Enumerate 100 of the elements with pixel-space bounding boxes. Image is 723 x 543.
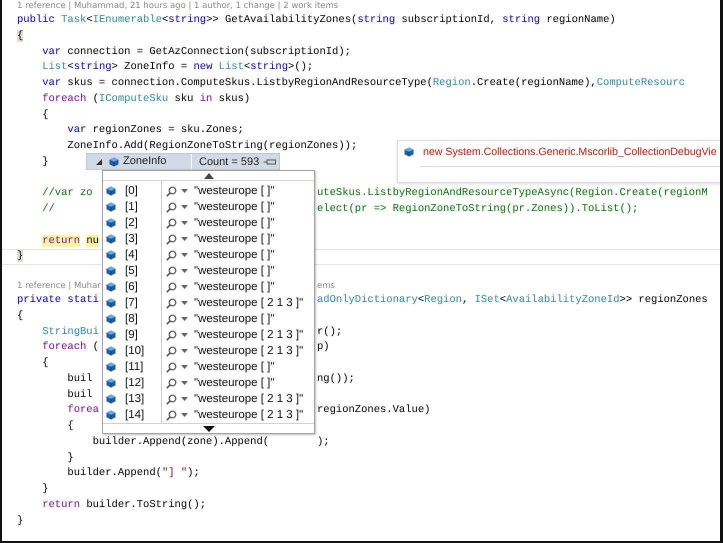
code-line: {	[41, 108, 49, 122]
magnifier-icon[interactable]	[166, 218, 177, 229]
code-line: {	[66, 419, 74, 434]
item-value: "westeurope [ 2 1 3 ]"	[194, 345, 304, 358]
caret-icon[interactable]	[181, 301, 188, 306]
caret-icon[interactable]	[181, 269, 188, 274]
caret-icon[interactable]	[181, 397, 188, 402]
tooltip-text: new System.Collections.Generic.Mscorlib_CollectionDebugVie	[423, 146, 717, 158]
item-index: [12]	[125, 377, 144, 390]
code-line: foreach (	[41, 340, 99, 356]
magnifier-icon[interactable]	[166, 234, 177, 245]
item-value: "westeurope [ ]"	[194, 313, 274, 326]
item-value: "westeurope [ ]"	[194, 265, 274, 278]
magnifier-icon[interactable]	[166, 362, 177, 373]
code-line: }	[41, 482, 49, 497]
code-fragment: adOnlyDictionary<Region, ISet<AvailabilityZoneId>> regionZones	[317, 293, 708, 308]
magnifier-icon[interactable]	[166, 410, 177, 421]
pin-icon[interactable]	[263, 158, 278, 166]
item-value: "westeurope [ ]"	[194, 201, 274, 214]
caret-icon[interactable]	[181, 413, 188, 418]
magnifier-icon[interactable]	[166, 298, 177, 309]
cube-icon	[106, 330, 116, 340]
code-line: builder.Append("] ");	[66, 466, 200, 482]
magnifier-icon[interactable]	[166, 378, 177, 389]
cube-icon	[109, 156, 119, 166]
cube-icon	[106, 410, 116, 420]
item-index: [7]	[125, 297, 138, 310]
code-line: foreach (IComputeSku sku in skus)	[41, 92, 250, 107]
scroll-up-icon[interactable]	[204, 172, 214, 179]
caret-icon[interactable]	[181, 189, 188, 194]
magnifier-icon[interactable]	[166, 266, 177, 277]
code-line: return nu	[41, 234, 99, 248]
code-fragment: );	[317, 434, 330, 450]
code-line: List<string> ZoneInfo = new List<string>();	[41, 60, 314, 76]
code-fragment: elect(pr => RegionZoneToString(pr.Zones)).ToList();	[317, 202, 638, 217]
caret-icon[interactable]	[181, 221, 188, 226]
variable-value: Count = 593	[198, 156, 260, 168]
code-fragment: uteSkus.ListbyRegionAndResourceTypeAsync(Region.Create(regionM	[317, 186, 708, 202]
magnifier-icon[interactable]	[166, 186, 177, 197]
cube-icon	[106, 250, 116, 260]
code-line: var regionZones = sku.Zones;	[66, 123, 244, 138]
code-line: buil	[66, 372, 93, 387]
magnifier-icon[interactable]	[166, 330, 177, 341]
code-line: return builder.ToString();	[41, 498, 206, 513]
cube-icon	[404, 147, 414, 157]
caret-icon[interactable]	[181, 381, 188, 386]
item-index: [10]	[125, 345, 144, 358]
cube-icon	[106, 298, 116, 308]
code-line: }	[41, 154, 49, 170]
item-value: "westeurope [ 2 1 3 ]"	[194, 393, 304, 406]
variable-name: ZoneInfo	[123, 154, 192, 169]
cube-icon	[106, 186, 116, 196]
cube-icon	[106, 282, 116, 292]
code-line: buil	[66, 388, 93, 402]
caret-icon[interactable]	[181, 205, 188, 210]
expanded-triangle-icon[interactable]	[95, 158, 103, 166]
codelens-info[interactable]: 1 reference | Muhar	[17, 280, 101, 293]
item-index: [6]	[125, 281, 138, 294]
code-fragment: regionZones.Value)	[317, 403, 430, 418]
caret-icon[interactable]	[181, 365, 188, 370]
caret-icon[interactable]	[181, 349, 188, 354]
cube-icon	[106, 234, 116, 244]
item-index: [0]	[125, 185, 138, 198]
cube-icon	[106, 202, 116, 212]
item-value: "westeurope [ ]"	[194, 249, 274, 262]
codelens-info[interactable]: 1 reference | Muhammad, 21 hours ago | 1 author, 1 change | 2 work items	[17, 0, 338, 13]
item-value: "westeurope [ ]"	[194, 233, 274, 246]
cube-icon	[106, 378, 116, 388]
cube-icon	[106, 346, 116, 356]
magnifier-icon[interactable]	[166, 394, 177, 405]
item-value: "westeurope [ ]"	[194, 217, 274, 230]
caret-icon[interactable]	[181, 285, 188, 290]
item-value: "westeurope [ 2 1 3 ]"	[194, 409, 304, 422]
cube-icon	[106, 218, 116, 228]
scroll-down-icon[interactable]	[202, 426, 214, 432]
magnifier-icon[interactable]	[166, 250, 177, 261]
code-line: {	[41, 356, 49, 371]
magnifier-icon[interactable]	[166, 346, 177, 357]
code-line: private stati	[17, 293, 99, 308]
item-index: [2]	[125, 217, 138, 230]
codelens-info[interactable]: ems	[317, 280, 335, 293]
item-value: "westeurope [ ]"	[194, 377, 274, 390]
magnifier-icon[interactable]	[166, 202, 177, 213]
item-index: [3]	[125, 233, 138, 246]
cube-icon	[106, 314, 116, 324]
caret-icon[interactable]	[181, 317, 188, 322]
caret-icon[interactable]	[181, 333, 188, 338]
code-line: var connection = GetAzConnection(subscriptionId);	[41, 44, 351, 60]
item-value: "westeurope [ ]"	[194, 361, 274, 374]
code-line: forea	[66, 403, 99, 418]
cube-icon	[106, 266, 116, 276]
cube-icon	[106, 362, 116, 372]
code-line: ZoneInfo.Add(RegionZoneToString(regionZones));	[66, 139, 358, 154]
magnifier-icon[interactable]	[166, 282, 177, 293]
caret-icon[interactable]	[181, 237, 188, 242]
item-index: [8]	[125, 313, 138, 326]
caret-icon[interactable]	[181, 253, 188, 258]
code-fragment: ng());	[317, 372, 355, 387]
item-index: [5]	[125, 265, 138, 278]
magnifier-icon[interactable]	[166, 314, 177, 325]
